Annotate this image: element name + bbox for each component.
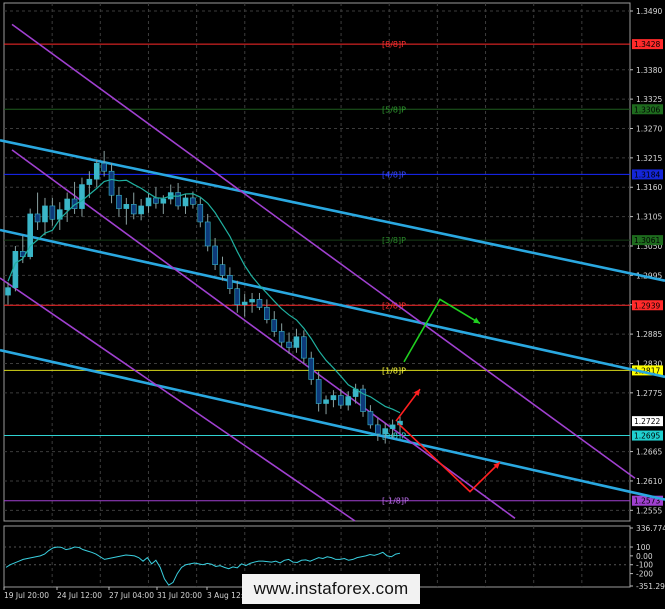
price-tick-label: 1.3105 bbox=[636, 213, 662, 222]
forex-chart-svg: 1.3490 1.3380 1.3325 1.3270 1.3215 1.3160 1.31… bbox=[0, 0, 665, 605]
price-tick-label: 1.3490 bbox=[636, 7, 662, 16]
candle-body bbox=[234, 288, 241, 306]
price-tick-label: 1.2775 bbox=[636, 389, 662, 398]
candle-body bbox=[345, 396, 352, 406]
candle-body bbox=[367, 411, 374, 426]
chart: 1.3490 1.3380 1.3325 1.3270 1.3215 1.3160 1.31… bbox=[0, 0, 665, 605]
murrey-level-label: [3/8]P bbox=[382, 236, 406, 245]
candle-body bbox=[256, 299, 263, 308]
candle-body bbox=[175, 192, 181, 207]
candle-body bbox=[49, 205, 56, 220]
candle-body bbox=[389, 424, 396, 429]
murrey-level-label: [4/8]P bbox=[382, 170, 406, 179]
candle-body bbox=[212, 245, 218, 265]
price-tick-label: 1.2665 bbox=[636, 448, 662, 457]
candle-body bbox=[278, 331, 285, 343]
price-tick-label: 1.3160 bbox=[636, 183, 662, 192]
candle-body bbox=[145, 197, 152, 207]
candle-body bbox=[27, 213, 33, 257]
candle-body bbox=[123, 204, 130, 209]
candle-body bbox=[160, 198, 167, 204]
current-price-tag-label: 1.2722 bbox=[634, 417, 660, 426]
price-tick-label: 1.2885 bbox=[636, 330, 662, 339]
candle-body bbox=[93, 162, 100, 180]
murrey-price-tag-label: 1.3184 bbox=[634, 170, 660, 179]
time-axis-label: 27 Jul 04:00 bbox=[109, 591, 154, 600]
price-tick-label: 1.3325 bbox=[636, 95, 662, 104]
candle-body bbox=[301, 336, 307, 359]
murrey-level-label: [1/8]P bbox=[382, 366, 406, 375]
watermark-text[interactable]: www.instaforex.com bbox=[242, 574, 420, 604]
indicator-tick-label: 336.7745 bbox=[636, 524, 665, 533]
candle-body bbox=[64, 198, 70, 210]
candle-body bbox=[153, 197, 159, 204]
candle-body bbox=[204, 221, 211, 247]
candle-body bbox=[219, 264, 226, 276]
murrey-price-tag-label: 1.3061 bbox=[634, 236, 660, 245]
candle-body bbox=[108, 170, 115, 196]
murrey-level-label: [-1/8]P bbox=[382, 497, 409, 506]
time-axis-label: 24 Jul 12:00 bbox=[57, 591, 102, 600]
candle-body bbox=[264, 307, 270, 320]
price-tick-label: 1.2610 bbox=[636, 477, 662, 486]
candle-body bbox=[42, 205, 48, 223]
instaforex-watermark[interactable]: www.instaforex.com bbox=[242, 574, 420, 604]
price-tick-label: 1.2555 bbox=[636, 506, 662, 515]
price-tick-label: 1.3215 bbox=[636, 154, 662, 163]
murrey-price-tag-label: 1.2695 bbox=[634, 432, 660, 441]
candle-body bbox=[34, 213, 41, 223]
indicator-tick-label: -100 bbox=[636, 561, 653, 570]
candle-body bbox=[323, 399, 329, 404]
candle-body bbox=[86, 178, 93, 185]
candle-body bbox=[286, 341, 292, 348]
candle-body bbox=[330, 395, 337, 401]
indicator-tick-label: 0.00 bbox=[636, 552, 653, 561]
candle-body bbox=[101, 162, 107, 172]
candle-body bbox=[241, 301, 248, 306]
candle-body bbox=[182, 197, 189, 207]
candle-body bbox=[375, 424, 381, 435]
candle-body bbox=[190, 197, 196, 205]
candle-body bbox=[315, 379, 322, 404]
price-tick-label: 1.3380 bbox=[636, 66, 662, 75]
candle-body bbox=[5, 287, 11, 296]
murrey-price-tag-label: 1.2939 bbox=[634, 301, 660, 310]
candle-body bbox=[12, 251, 19, 288]
candle-body bbox=[271, 319, 278, 332]
candle-body bbox=[293, 336, 300, 348]
candle-body bbox=[79, 184, 85, 209]
candle-body bbox=[382, 428, 389, 435]
candle-body bbox=[138, 205, 144, 215]
murrey-level-label: [8/8]P bbox=[382, 40, 406, 49]
candle-body bbox=[116, 194, 122, 209]
candle-body bbox=[227, 275, 233, 290]
indicator-tick-label: 100 bbox=[636, 543, 651, 552]
candle-body bbox=[249, 299, 255, 303]
indicator-tick-label: -200 bbox=[636, 570, 653, 579]
indicator-tick-label: -351.294 bbox=[636, 582, 665, 591]
candle-body bbox=[197, 204, 204, 223]
murrey-price-tag-label: 1.3428 bbox=[634, 40, 660, 49]
time-axis-label: 31 Jul 20:00 bbox=[157, 591, 202, 600]
candle-body bbox=[308, 357, 315, 380]
price-tick-label: 1.3270 bbox=[636, 124, 662, 133]
candle-body bbox=[338, 395, 344, 406]
murrey-level-label: [5/8]P bbox=[382, 105, 406, 114]
murrey-price-tag-label: 1.3306 bbox=[634, 105, 660, 114]
candle-body bbox=[130, 204, 137, 215]
time-axis-label: 19 Jul 20:00 bbox=[4, 591, 49, 600]
